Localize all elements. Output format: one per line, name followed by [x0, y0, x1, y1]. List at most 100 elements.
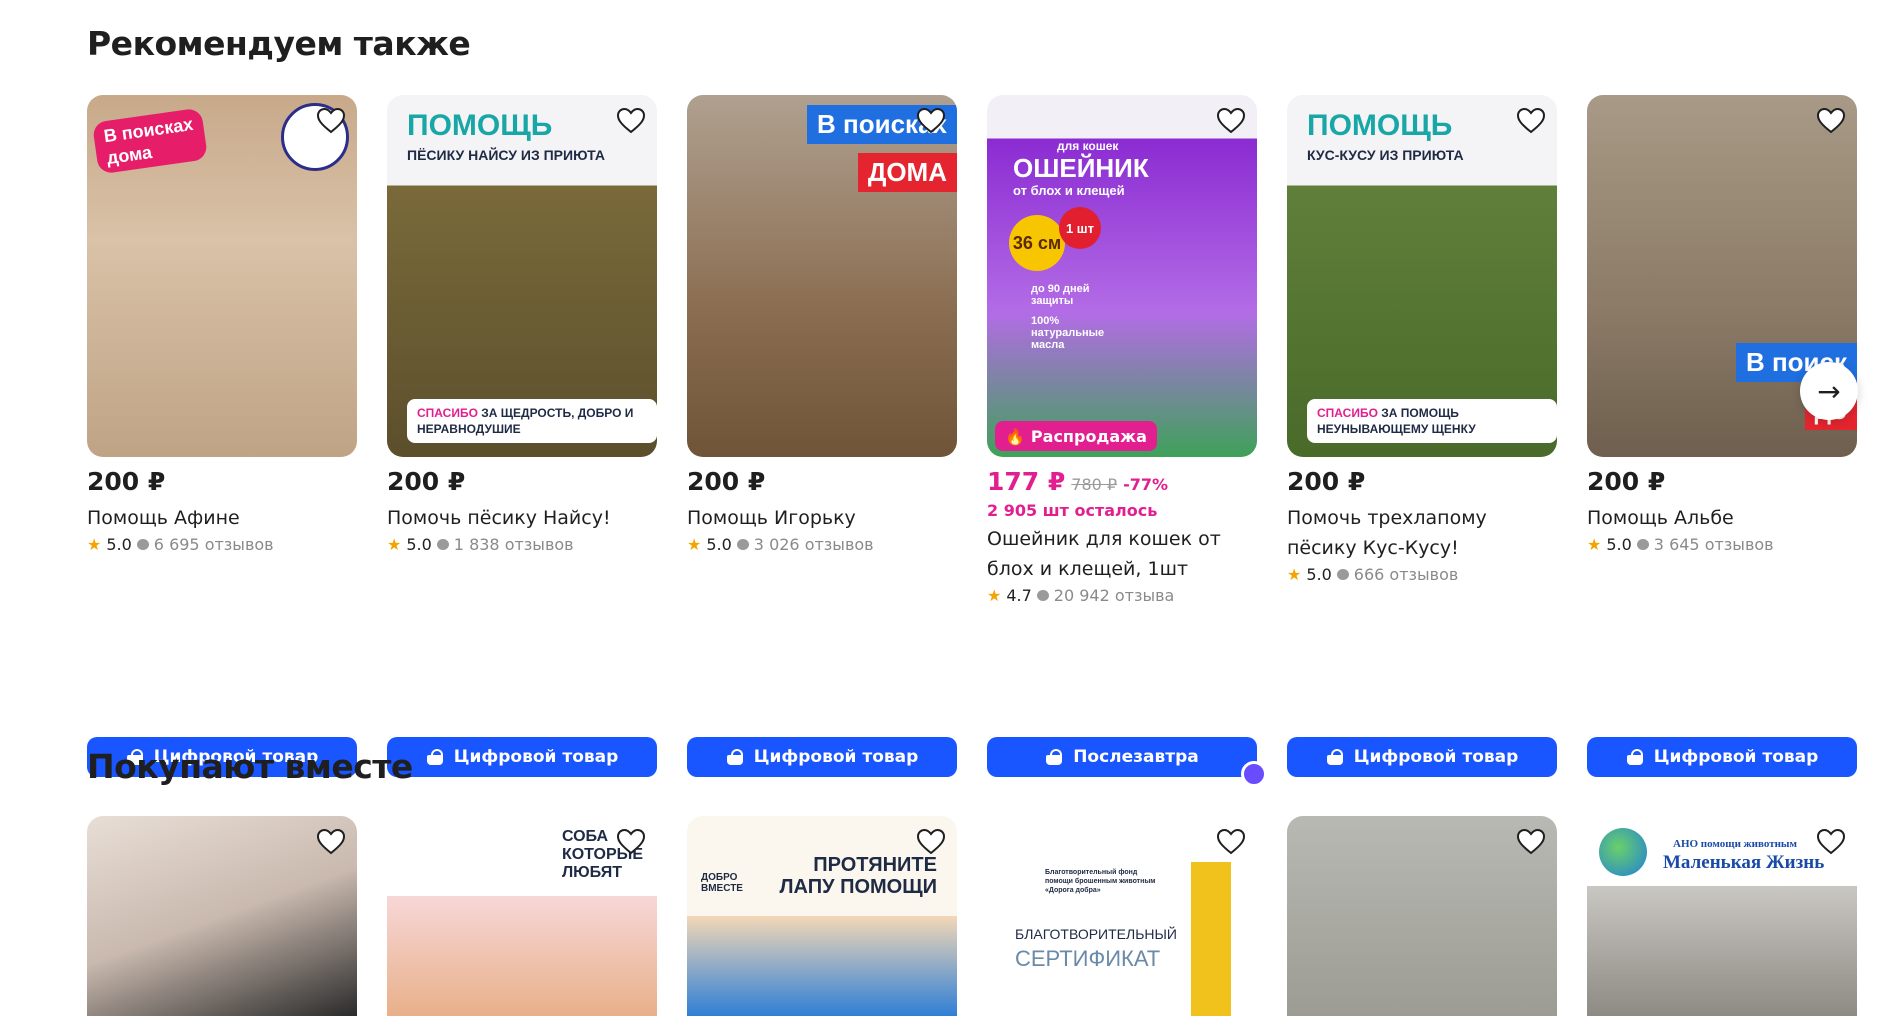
star-icon: ★: [87, 535, 102, 554]
rating-row: ★ 5.0 3 026 отзывов: [687, 535, 957, 554]
recommended-carousel: В поисках дома 200 ₽ Помощь Афине ★ 5.0 6…: [87, 95, 1857, 787]
product-card[interactable]: ПОМОЩЬ ПЁСИКУ НАЙСУ ИЗ ПРИЮТА СПАСИБО ЗА…: [387, 95, 657, 777]
product-card[interactable]: [87, 816, 357, 1016]
rating-row: ★ 5.0 6 695 отзывов: [87, 535, 357, 554]
image-caption: В поисках дома: [91, 107, 209, 175]
basket-icon: [1326, 749, 1344, 765]
reviews-count: 3 026 отзывов: [753, 535, 874, 554]
product-card[interactable]: В поисках ДОМА 200 ₽ Помощь Игорьку ★ 5.…: [687, 95, 957, 777]
discount: -77%: [1123, 475, 1169, 494]
product-image[interactable]: В поисках ДОМА: [687, 95, 957, 457]
rating-row: ★ 5.0 1 838 отзывов: [387, 535, 657, 554]
heart-icon[interactable]: [615, 826, 647, 858]
heart-icon[interactable]: [915, 105, 947, 137]
price: 200 ₽: [1287, 467, 1366, 496]
basket-icon: [1045, 749, 1063, 765]
price: 200 ₽: [687, 467, 766, 496]
rating-value: 5.0: [1306, 565, 1332, 584]
product-image[interactable]: [87, 816, 357, 1016]
product-card[interactable]: В поиск до 200 ₽ Помощь Альбе ★ 5.0 3 64…: [1587, 95, 1857, 777]
star-icon: ★: [1287, 565, 1302, 584]
add-to-cart-button[interactable]: Цифровой товар: [387, 737, 657, 777]
chat-bubble-icon: [1036, 590, 1049, 601]
product-image[interactable]: В поисках дома: [87, 95, 357, 457]
product-image[interactable]: ПОМОЩЬ КУС-КУСУ ИЗ ПРИЮТА СПАСИБО ЗА ПОМ…: [1287, 95, 1557, 457]
old-price: 780 ₽: [1071, 475, 1118, 494]
rating-value: 4.7: [1006, 586, 1032, 605]
image-caption: АНО помощи животным: [1673, 838, 1798, 850]
product-card[interactable]: СОБА КОТОРЫЕ ЛЮБЯТ: [387, 816, 657, 1016]
heart-icon[interactable]: [1215, 105, 1247, 137]
star-icon: ★: [1587, 535, 1602, 554]
fire-icon: 🔥: [1005, 426, 1025, 446]
heart-icon[interactable]: [315, 826, 347, 858]
product-card[interactable]: [1287, 816, 1557, 1016]
product-card[interactable]: АНО помощи животным Маленькая Жизнь: [1587, 816, 1857, 1016]
section-title-recommended: Рекомендуем также: [87, 24, 471, 63]
heart-icon[interactable]: [1515, 826, 1547, 858]
certificate-stripe: [1191, 862, 1231, 1016]
product-card[interactable]: Благотворительный фонд помощи брошенным …: [987, 816, 1257, 1016]
image-caption: 36 см: [1009, 215, 1065, 271]
product-image[interactable]: [1287, 816, 1557, 1016]
reviews-count: 6 695 отзывов: [153, 535, 274, 554]
add-to-cart-button[interactable]: Послезавтра: [987, 737, 1267, 787]
premium-icon: [1241, 761, 1267, 787]
product-card[interactable]: ДОБРО ВМЕСТЕ ПРОТЯНИТЕ ЛАПУ ПОМОЩИ: [687, 816, 957, 1016]
image-caption: ДОМА: [857, 153, 957, 192]
product-image[interactable]: ПОМОЩЬ ПЁСИКУ НАЙСУ ИЗ ПРИЮТА СПАСИБО ЗА…: [387, 95, 657, 457]
image-caption: ПОМОЩЬ: [1307, 109, 1453, 142]
product-title[interactable]: Помощь Игорьку: [687, 503, 957, 533]
heart-icon[interactable]: [915, 826, 947, 858]
image-caption: ПРОТЯНИТЕ ЛАПУ ПОМОЩИ: [779, 854, 938, 898]
image-caption: до 90 дней защиты: [1031, 283, 1090, 307]
heart-icon[interactable]: [615, 105, 647, 137]
image-caption: ПЁСИКУ НАЙСУ ИЗ ПРИЮТА: [407, 147, 605, 163]
product-image[interactable]: Благотворительный фонд помощи брошенным …: [987, 816, 1257, 1016]
heart-icon[interactable]: [1815, 105, 1847, 137]
add-to-cart-button[interactable]: Цифровой товар: [1587, 737, 1857, 777]
chat-bubble-icon: [736, 539, 749, 550]
image-caption: Маленькая Жизнь: [1663, 852, 1825, 873]
product-image[interactable]: СОБА КОТОРЫЕ ЛЮБЯТ: [387, 816, 657, 1016]
chat-bubble-icon: [436, 539, 449, 550]
add-to-cart-button[interactable]: Цифровой товар: [1287, 737, 1557, 777]
product-image[interactable]: ДОБРО ВМЕСТЕ ПРОТЯНИТЕ ЛАПУ ПОМОЩИ: [687, 816, 957, 1016]
product-title[interactable]: Помощь Афине: [87, 503, 357, 533]
heart-icon[interactable]: [1815, 826, 1847, 858]
product-card[interactable]: для кошек ОШЕЙНИК от блох и клещей 36 см…: [987, 95, 1267, 787]
reviews-count: 20 942 отзыва: [1053, 586, 1175, 605]
product-card[interactable]: В поисках дома 200 ₽ Помощь Афине ★ 5.0 6…: [87, 95, 357, 777]
product-title[interactable]: Помочь трехлапому пёсику Кус-Кусу!: [1287, 503, 1557, 563]
carousel-next-button[interactable]: →: [1800, 362, 1858, 420]
arrow-right-icon: →: [1817, 374, 1841, 408]
chat-bubble-icon: [136, 539, 149, 550]
reviews-count: 1 838 отзывов: [453, 535, 574, 554]
image-caption: ПОМОЩЬ: [407, 109, 553, 142]
globe-icon: [1599, 828, 1647, 876]
rating-row: ★ 5.0 3 645 отзывов: [1587, 535, 1857, 554]
add-to-cart-button[interactable]: Цифровой товар: [687, 737, 957, 777]
rating-value: 5.0: [106, 535, 132, 554]
image-caption: СПАСИБО ЗА ЩЕДРОСТЬ, ДОБРО И НЕРАВНОДУШИ…: [407, 399, 657, 443]
button-label: Цифровой товар: [1653, 747, 1819, 767]
section-title-bought-together: Покупают вместе: [87, 747, 413, 786]
heart-icon[interactable]: [1515, 105, 1547, 137]
image-caption: 100% натуральные масла: [1031, 315, 1105, 351]
image-caption: БЛАГОТВОРИТЕЛЬНЫЙ: [1015, 926, 1177, 942]
image-caption: Благотворительный фонд помощи брошенным …: [1045, 869, 1156, 894]
heart-icon[interactable]: [1215, 826, 1247, 858]
product-image[interactable]: для кошек ОШЕЙНИК от блох и клещей 36 см…: [987, 95, 1257, 457]
price: 200 ₽: [87, 467, 166, 496]
image-caption: ОШЕЙНИК: [1013, 153, 1149, 183]
heart-icon[interactable]: [315, 105, 347, 137]
stock-left: 2 905 шт осталось: [987, 501, 1158, 520]
product-card[interactable]: ПОМОЩЬ КУС-КУСУ ИЗ ПРИЮТА СПАСИБО ЗА ПОМ…: [1287, 95, 1557, 777]
product-title[interactable]: Помощь Альбе: [1587, 503, 1857, 533]
product-image[interactable]: АНО помощи животным Маленькая Жизнь: [1587, 816, 1857, 1016]
image-caption: СПАСИБО ЗА ПОМОЩЬ НЕУНЫВАЮЩЕМУ ЩЕНКУ: [1307, 399, 1557, 443]
product-title[interactable]: Ошейник для кошек от блох и клещей, 1шт: [987, 524, 1257, 584]
bought-together-carousel: СОБА КОТОРЫЕ ЛЮБЯТ ДОБРО ВМЕСТЕ ПРОТЯНИТЕ Л…: [87, 816, 1857, 1016]
product-title[interactable]: Помочь пёсику Найсу!: [387, 503, 657, 533]
image-caption: ДОБРО ВМЕСТЕ: [701, 872, 743, 894]
